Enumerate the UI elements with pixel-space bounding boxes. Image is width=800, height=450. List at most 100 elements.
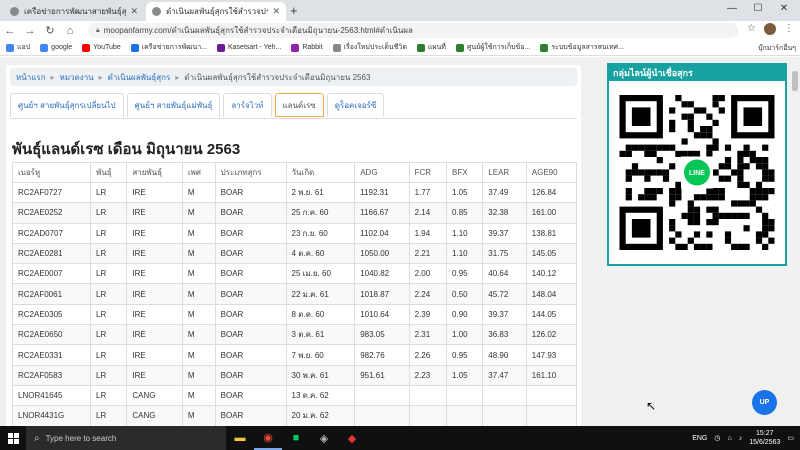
bookmark-icon xyxy=(455,43,464,52)
qr-module xyxy=(768,219,775,226)
bookmark-label: เรื่องใหม่ประเด็นชีวิต xyxy=(343,44,407,51)
qr-module xyxy=(712,212,719,219)
back-icon[interactable]: ← xyxy=(0,25,20,37)
bookmark-item[interactable]: เครือข่ายการพัฒนา... xyxy=(130,42,207,53)
qr-module xyxy=(693,150,701,157)
bookmark-item[interactable]: Kasetsart - Yeh... xyxy=(217,43,282,52)
qr-module xyxy=(687,113,694,120)
tab-breed-0[interactable]: ศูนย์ฯ สายพันธุ์สุกรเปลี่ยนไป xyxy=(10,93,124,117)
tab-breed-1[interactable]: ศูนย์ฯ สายพันธุ์แม่พันธุ์ xyxy=(126,93,221,117)
table-cell: M xyxy=(181,303,216,326)
forward-icon[interactable]: → xyxy=(20,25,40,37)
youtube-icon xyxy=(82,43,91,52)
qr-module xyxy=(669,200,676,207)
table-cell: IRE xyxy=(126,344,183,366)
qr-module xyxy=(687,212,694,219)
close-icon[interactable]: ✕ xyxy=(130,6,138,17)
qr-module xyxy=(743,200,750,207)
clock-icon[interactable]: ◷ xyxy=(714,434,720,442)
qr-module xyxy=(675,243,682,250)
taskbar-search[interactable]: ⌕ Type here to search xyxy=(26,426,226,450)
start-button[interactable] xyxy=(0,426,26,450)
qr-module xyxy=(662,144,670,151)
qr-module xyxy=(762,231,769,238)
qr-module xyxy=(743,181,750,188)
network-icon[interactable]: ⌂ xyxy=(727,435,731,442)
bookmark-label: Kasetsart - Yeh... xyxy=(228,44,282,51)
qr-module xyxy=(749,188,756,195)
qr-module xyxy=(693,243,701,250)
table-cell: 2.00 xyxy=(408,263,448,285)
qr-module xyxy=(737,169,744,176)
volume-icon[interactable]: ♪ xyxy=(739,435,743,442)
profile-avatar[interactable] xyxy=(764,23,776,35)
close-icon[interactable]: ✕ xyxy=(272,6,280,17)
home-icon[interactable]: ⌂ xyxy=(60,25,80,37)
breadcrumb-item[interactable]: ดำเนินผลพันธุ์สุกร xyxy=(108,71,171,84)
table-cell: 48.90 xyxy=(482,344,527,366)
table-cell: 145.05 xyxy=(525,242,577,265)
tab-breed-3[interactable]: แลนด์เรซ xyxy=(274,93,324,117)
table-cell xyxy=(446,384,484,407)
notification-icon[interactable]: ▭ xyxy=(787,434,794,442)
column-header: ประเภทสุกร xyxy=(214,162,287,183)
chrome-icon[interactable]: ◉ xyxy=(254,426,282,450)
language-indicator[interactable]: ENG xyxy=(692,435,707,442)
qr-module xyxy=(625,144,632,151)
breadcrumb-item[interactable]: หมวดงาน xyxy=(60,71,94,84)
tab-breed-4[interactable]: ดูร็อคเจอร์ซี xyxy=(326,93,385,117)
apps-icon xyxy=(6,43,14,52)
bookmark-item[interactable]: google xyxy=(40,43,72,52)
reload-icon[interactable]: ↻ xyxy=(40,24,60,37)
browser-tab-2[interactable]: ดำเนินผลพันธุ์สุกรใช้สำรวจประจำเดือนมิ..… xyxy=(146,2,286,21)
qr-module xyxy=(762,219,769,226)
clock[interactable]: 15:27 15/6/2563 xyxy=(749,429,780,447)
table-row: RC2AE0331 LR IRE M BOAR 7 พ.ย. 60 982.76 2.26 0.… xyxy=(12,344,577,366)
app-icon-2[interactable]: ◆ xyxy=(338,426,366,450)
scrollbar[interactable] xyxy=(790,57,800,426)
app-icon[interactable]: ◈ xyxy=(310,426,338,450)
bookmark-label: แผนที่ xyxy=(427,44,446,51)
maximize-button[interactable]: ☐ xyxy=(746,3,770,14)
qr-module xyxy=(718,194,725,201)
scroll-up-button[interactable]: UP xyxy=(752,390,777,415)
file-explorer-icon[interactable]: ▬ xyxy=(226,426,254,450)
new-tab-button[interactable]: + xyxy=(290,3,298,18)
bookmark-item[interactable]: YouTube xyxy=(82,43,121,52)
browser-tab-title: เครือข่ายการพัฒนาสายพันธุ์สุกร ศู... xyxy=(24,7,127,16)
table-cell: RC2AF0583 xyxy=(12,364,92,386)
menu-icon[interactable]: ⋮ xyxy=(784,23,794,35)
address-bar[interactable]: 🔒︎ moopanfarmy.com/ดำเนินผลพันธุ์สุกรใช้… xyxy=(88,23,738,38)
bookmark-item[interactable]: ศูนย์ผู้ใช้การเก็บข้อ... xyxy=(455,42,530,53)
line-app-icon[interactable]: ■ xyxy=(282,426,310,450)
bookmark-item[interactable]: เรื่องใหม่ประเด็นชีวิต xyxy=(332,42,407,53)
qr-module xyxy=(619,150,626,157)
tab-breed-2[interactable]: ลาร์จไวท์ xyxy=(223,93,272,117)
table-cell: M xyxy=(181,283,216,305)
bookmark-item[interactable]: แอป xyxy=(6,42,30,53)
bookmark-item[interactable]: แผนที่ xyxy=(416,42,446,53)
table-cell: LNOR4431G xyxy=(12,405,92,426)
bookmark-item[interactable]: Rabbit xyxy=(291,43,323,52)
star-icon[interactable]: ☆ xyxy=(747,23,756,35)
qr-module xyxy=(712,188,719,195)
window-close-button[interactable]: ✕ xyxy=(772,3,796,14)
qr-module xyxy=(755,206,763,213)
table-cell xyxy=(354,384,410,407)
qr-code-image: LINE xyxy=(619,95,775,250)
minimize-button[interactable]: — xyxy=(720,3,744,14)
qr-module xyxy=(712,206,719,213)
table-cell: 161.10 xyxy=(525,364,577,386)
bookmark-item[interactable]: ระบบข้อมูลสารสนเทศ... xyxy=(540,42,624,53)
other-bookmarks[interactable]: บุ๊กมาร์กอื่นๆ xyxy=(758,43,796,54)
bookmark-icon xyxy=(217,43,225,52)
table-cell: LR xyxy=(90,324,128,346)
toolbar-right: ☆ ⋮ xyxy=(747,23,794,35)
qr-module xyxy=(650,150,657,157)
scrollbar-thumb[interactable] xyxy=(792,71,798,91)
qr-module xyxy=(749,157,756,164)
qr-module xyxy=(700,194,707,201)
qr-module xyxy=(712,95,719,102)
breadcrumb-item[interactable]: หน้าแรก xyxy=(16,71,46,84)
browser-tab-1[interactable]: เครือข่ายการพัฒนาสายพันธุ์สุกร ศู... ✕ xyxy=(4,2,144,21)
